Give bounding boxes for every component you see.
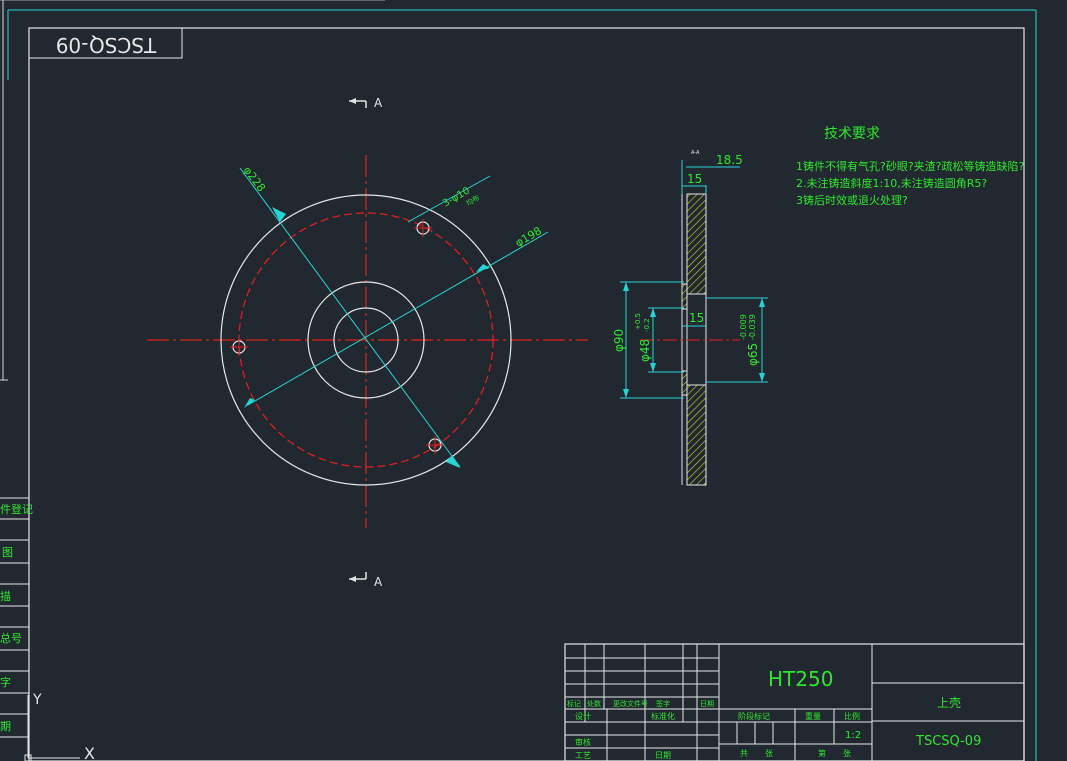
tech-req-item-2: 2.未注铸造斜度1:10,未注铸造圆角R5? — [796, 176, 987, 190]
tech-req-item-1: 1铸件不得有气孔?砂眼?夹渣?疏松等铸造缺陷? — [796, 159, 1025, 173]
hdr-change-doc: 更改文件号 — [613, 699, 648, 708]
lbl-process: 工艺 — [575, 751, 591, 760]
drawing-number: TSCSQ-09 — [915, 734, 981, 749]
strip-label-3: 描 — [0, 589, 11, 603]
section-marker-top: A — [349, 96, 383, 110]
dim-phi65-text: φ65 — [746, 343, 760, 366]
dim-phi228: φ228 — [239, 164, 461, 468]
drawing-code-mirrored: TSCSQ-09 — [56, 33, 158, 57]
strip-label-2: 图 — [2, 546, 13, 559]
lbl-weight: 重量 — [805, 711, 821, 721]
bolt-hole-1 — [414, 219, 432, 237]
lbl-sheets-total: 共 — [740, 749, 748, 758]
lbl-sheet-no: 第 — [818, 748, 826, 758]
ucs-x-label: X — [84, 744, 95, 761]
dim-15-top-text: 15 — [687, 172, 702, 186]
dim-phi228-text: φ228 — [241, 164, 268, 194]
tech-req-title: 技术要求 — [824, 126, 880, 142]
strip-label-5: 字 — [0, 675, 11, 689]
scale-value: 1:2 — [845, 730, 861, 741]
section-view-label: A-A — [691, 150, 700, 156]
material-text: HT250 — [768, 667, 833, 691]
title-block[interactable]: 标记 处数 更改文件号 签字 日期 设计 标准化 审核 工艺 日期 HT250 … — [564, 643, 1025, 761]
ucs-icon: Y X — [24, 692, 95, 761]
section-marker-bottom: A — [349, 572, 383, 589]
strip-label-6: 期 — [0, 720, 11, 733]
bolt-hole-3 — [426, 436, 444, 454]
lbl-sheet-no-suffix: 张 — [843, 749, 851, 758]
dim-phi48-tol-lower: -0.2 — [643, 318, 651, 332]
lbl-date: 日期 — [655, 751, 671, 760]
part-name: 上壳 — [937, 696, 961, 710]
cad-drawing-canvas[interactable]: TSCSQ-09 件登记 图 描 总号 字 期 Y X φ228 φ198 3-… — [0, 0, 1067, 761]
dim-18-5-text: 18.5 — [716, 153, 743, 167]
viewport-frame — [0, 0, 1037, 761]
dim-phi48-tol-upper: +0.5 — [634, 313, 642, 330]
dim-phi65-tol-lower: -0.039 — [748, 314, 757, 340]
section-marker-top-label: A — [374, 96, 383, 110]
lbl-design: 设计 — [575, 711, 591, 721]
front-view[interactable]: φ228 φ198 3-φ10 均布 A A — [147, 96, 588, 589]
dim-phi65-tol-upper: -0.009 — [739, 314, 748, 340]
hdr-signature: 签字 — [656, 699, 670, 708]
hdr-mark: 标记 — [567, 699, 581, 708]
dim-phi198-text: φ198 — [513, 224, 544, 249]
dim-mid: 15 — [682, 311, 706, 327]
dim-phi48-text: φ48 — [638, 339, 652, 362]
drawing-code-box: TSCSQ-09 — [28, 27, 183, 59]
dim-top: 18.5 15 — [681, 153, 743, 194]
bolt-hole-2 — [230, 338, 248, 356]
dim-phi90-text: φ90 — [612, 329, 626, 352]
section-view[interactable]: A-A 18.5 15 15 φ90 φ48 +0.5 -0.2 φ65 -0.… — [612, 150, 768, 486]
technical-requirements[interactable]: 技术要求 1铸件不得有气孔?砂眼?夹渣?疏松等铸造缺陷? 2.未注铸造斜度1:1… — [796, 126, 1025, 207]
hdr-date: 日期 — [700, 700, 714, 708]
hdr-count: 处数 — [587, 699, 601, 708]
ucs-y-label: Y — [32, 692, 42, 708]
dim-holes: 3-φ10 均布 — [407, 175, 491, 223]
lbl-review: 审核 — [575, 737, 591, 747]
lbl-standard: 标准化 — [651, 711, 675, 721]
stage-grid — [719, 644, 873, 761]
lbl-sheets: 张 — [765, 749, 773, 758]
lbl-ratio: 比例 — [844, 711, 860, 721]
dim-15-mid-text: 15 — [689, 311, 704, 325]
strip-label-4: 总号 — [0, 631, 22, 645]
strip-label-1: 件登记 — [0, 502, 33, 516]
tech-req-item-3: 3铸后时效或退火处理? — [796, 193, 908, 207]
section-marker-bottom-label: A — [374, 575, 383, 589]
lbl-stage: 阶段标记 — [738, 711, 770, 721]
